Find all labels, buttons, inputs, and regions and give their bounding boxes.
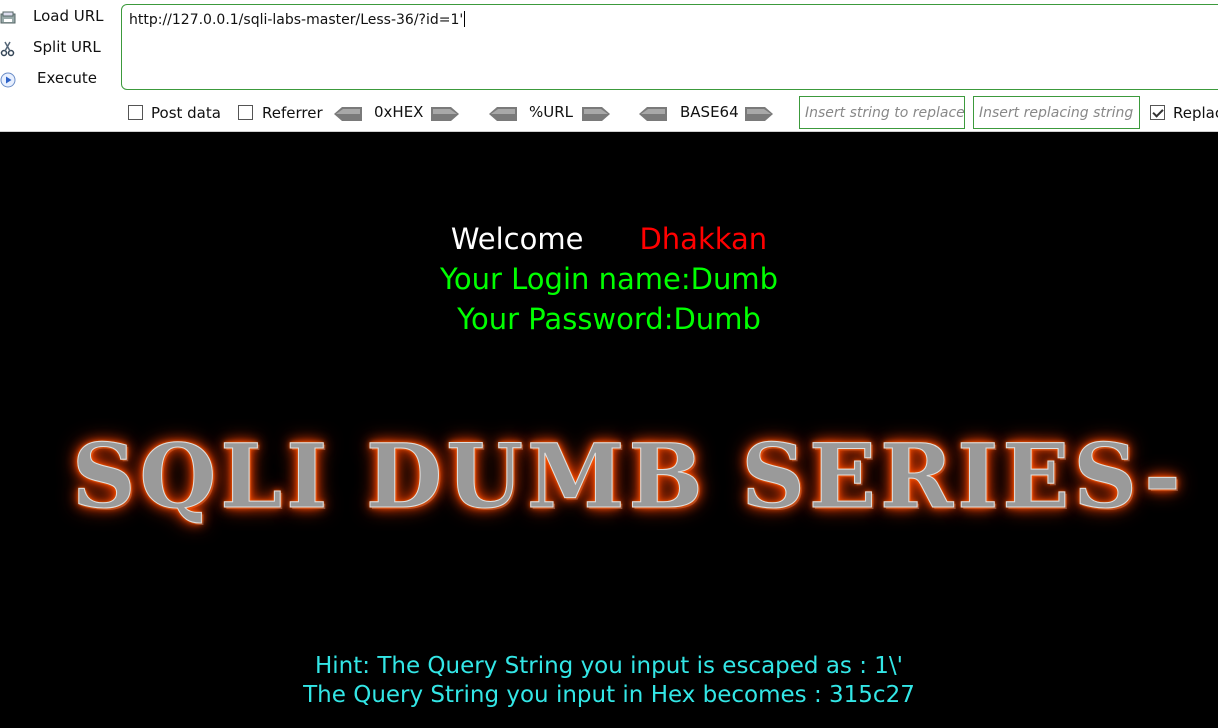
url-text: http://127.0.0.1/sqli-labs-master/Less-3… [129,12,464,28]
url-encode-arrow-icon[interactable] [582,107,610,121]
password-text: Your Password:Dumb [457,302,761,336]
welcome-line: Welcome Dhakkan [0,222,1218,256]
execute-label: Execute [37,69,97,87]
hex-decode-arrow-icon[interactable] [334,107,362,121]
text-cursor [464,11,466,27]
replace-all-label: Replac [1173,104,1218,122]
base64-encode-arrow-icon[interactable] [745,107,773,121]
hackbar-toolbar: Load URL Split URL Execute http://127.0.… [0,0,1218,132]
execute-button[interactable]: Execute [0,66,118,92]
replace-all-checkbox[interactable] [1150,105,1165,120]
split-url-button[interactable]: Split URL [0,35,118,61]
user-name: Dhakkan [639,222,768,256]
hint-hex-text: The Query String you input in Hex become… [303,682,915,708]
replace-to-input[interactable]: Insert replacing string [973,96,1140,129]
base64-label: BASE64 [680,103,739,121]
login-name-text: Your Login name:Dumb [440,262,778,296]
play-icon [0,72,16,88]
url-textarea[interactable]: http://127.0.0.1/sqli-labs-master/Less-3… [121,4,1218,90]
hex-label: 0xHEX [374,103,424,121]
url-decode-arrow-icon[interactable] [489,107,517,121]
sqli-dumb-series-banner: SQLI DUMB SERIES- [72,424,1185,529]
load-url-label: Load URL [33,7,104,25]
hint-escaped-text: Hint: The Query String you input is esca… [314,653,903,679]
page-content: Welcome Dhakkan Your Login name:Dumb Your… [0,132,1218,728]
load-url-button[interactable]: Load URL [0,4,118,30]
post-data-label: Post data [151,104,221,122]
hex-encode-arrow-icon[interactable] [431,107,459,121]
welcome-text: Welcome [450,222,584,256]
load-url-icon [0,11,16,24]
split-url-label: Split URL [33,38,101,56]
replace-from-input[interactable]: Insert string to replace [799,96,965,129]
url-encode-label: %URL [529,103,574,121]
base64-decode-arrow-icon[interactable] [639,107,667,121]
scissors-icon [0,41,15,57]
referrer-checkbox[interactable] [238,105,253,120]
referrer-label: Referrer [262,104,323,122]
post-data-checkbox[interactable] [128,105,143,120]
